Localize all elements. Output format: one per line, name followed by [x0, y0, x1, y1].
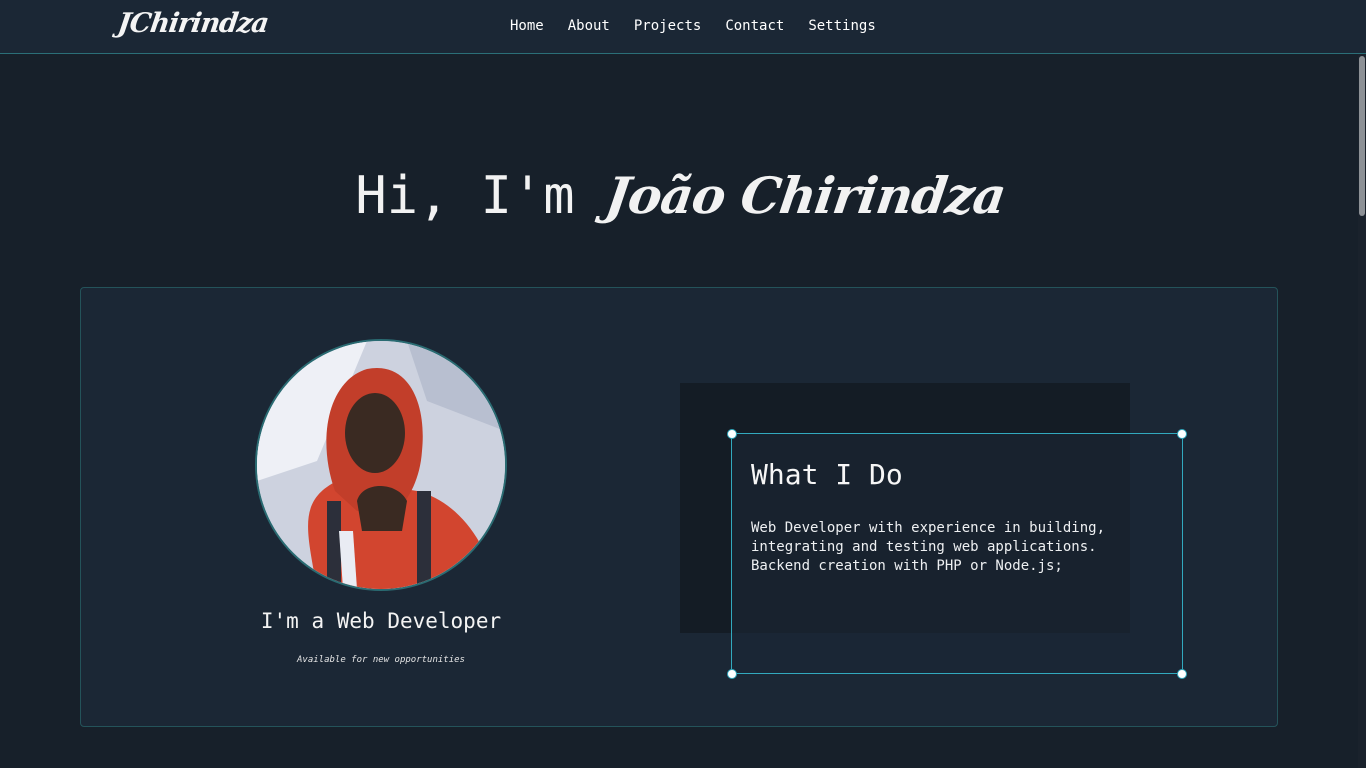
resize-handle-top-right[interactable] — [1177, 429, 1187, 439]
nav-item-home[interactable]: Home — [498, 18, 556, 34]
nav-item-settings[interactable]: Settings — [796, 18, 887, 34]
profile-role: I'm a Web Developer — [260, 609, 502, 633]
brand-logo[interactable]: JChirindza — [116, 8, 270, 39]
nav-item-about[interactable]: About — [556, 18, 622, 34]
profile-photo — [255, 339, 507, 591]
hero-name: João Chirindza — [601, 166, 1009, 225]
about-description: Web Developer with experience in buildin… — [751, 520, 1106, 574]
resize-handle-bottom-left[interactable] — [727, 669, 737, 679]
resize-handle-bottom-right[interactable] — [1177, 669, 1187, 679]
nav-item-projects[interactable]: Projects — [622, 18, 713, 34]
about-title: What I Do — [751, 458, 903, 491]
top-navbar: JChirindza Home About Projects Contact S… — [0, 0, 1366, 54]
hero-greeting: Hi, I'm — [355, 166, 575, 226]
hero-heading: Hi, I'm João Chirindza — [0, 160, 1360, 232]
nav-menu: Home About Projects Contact Settings — [498, 18, 888, 34]
availability-note: Available for new opportunities — [297, 655, 465, 665]
resize-handle-top-left[interactable] — [727, 429, 737, 439]
nav-item-contact[interactable]: Contact — [713, 18, 796, 34]
